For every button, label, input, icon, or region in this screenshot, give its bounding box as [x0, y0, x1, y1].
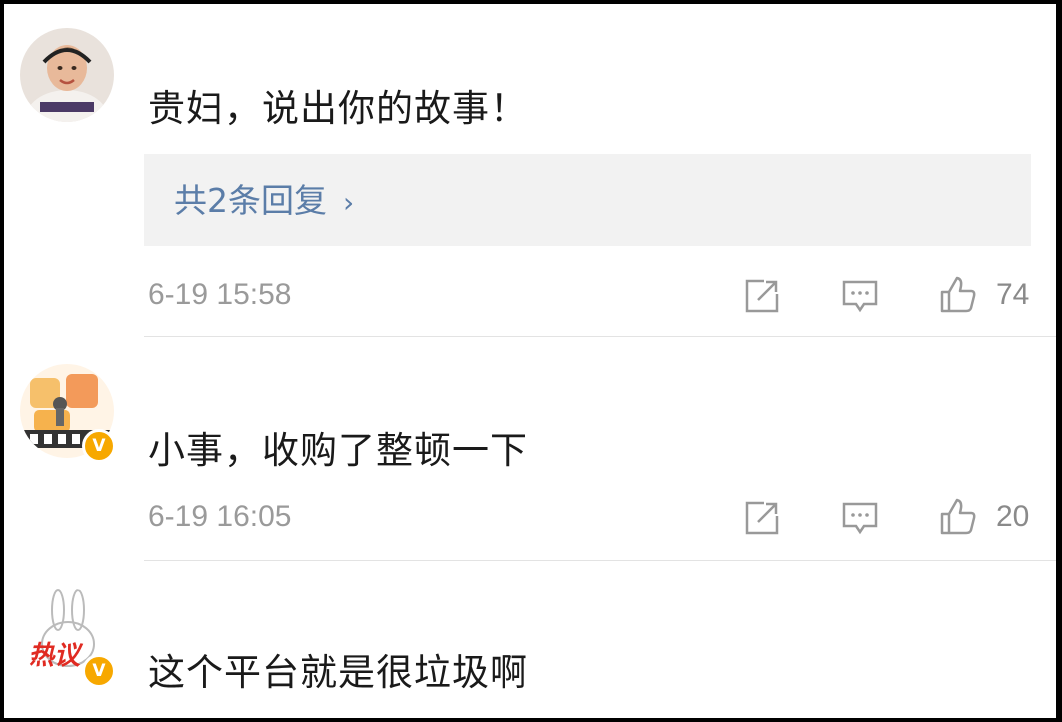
comment-icon[interactable] — [840, 276, 880, 316]
like-thumb-icon[interactable] — [938, 496, 978, 536]
divider — [144, 336, 1056, 337]
comment-feed: 贵妇，说出你的故事！ 共2条回复 › 6-19 15:58 74 V 小事，收购… — [0, 0, 1062, 722]
avatar-photo — [20, 28, 114, 122]
like-count: 20 — [996, 500, 1030, 533]
like-thumb-icon[interactable] — [938, 274, 978, 314]
comment-text: 这个平台就是很垃圾啊 — [148, 651, 528, 694]
chevron-right-icon: › — [343, 186, 355, 219]
comment-text: 小事，收购了整顿一下 — [148, 429, 528, 472]
verified-badge: V — [82, 429, 116, 463]
divider — [144, 560, 1056, 561]
like-count: 74 — [996, 278, 1030, 311]
avatar[interactable] — [20, 28, 114, 122]
reply-box[interactable]: 共2条回复 › — [144, 154, 1031, 246]
comment-timestamp: 6-19 15:58 — [148, 278, 292, 311]
comment-text: 贵妇，说出你的故事！ — [148, 87, 528, 130]
replies-count-label: 共2条回复 — [174, 181, 327, 220]
view-replies-link[interactable]: 共2条回复 › — [174, 184, 354, 217]
comment-timestamp: 6-19 16:05 — [148, 500, 292, 533]
comment-icon[interactable] — [840, 498, 880, 538]
share-icon[interactable] — [742, 498, 782, 538]
avatar-label: 热议 — [27, 641, 84, 671]
share-icon[interactable] — [742, 276, 782, 316]
verified-badge: V — [82, 654, 116, 688]
